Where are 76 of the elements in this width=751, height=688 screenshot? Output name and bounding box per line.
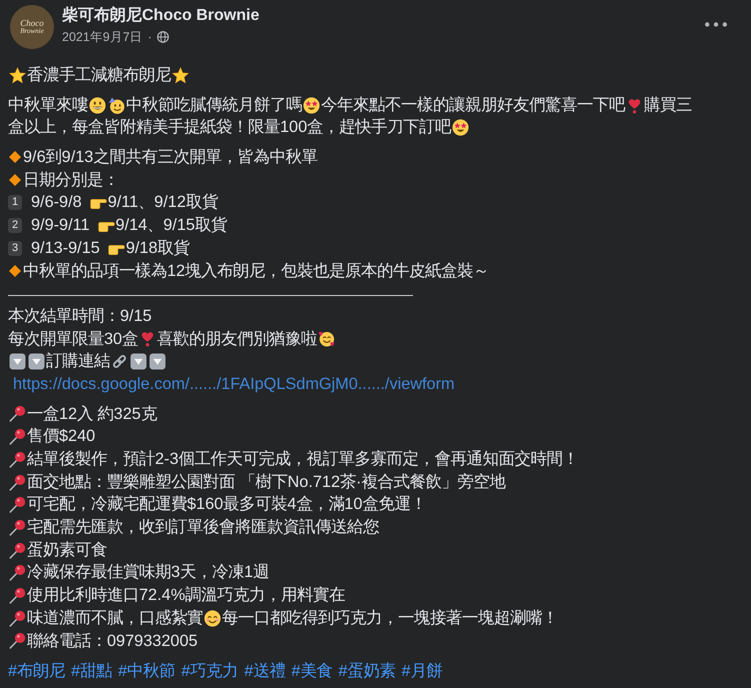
pushpin-icon [9,518,26,536]
post-text: 9/6到9/13之間共有三次開單，皆為中秋單 [23,147,318,168]
post-text: 冷藏保存最佳賞味期3天，冷凍1週 [27,562,270,584]
post-text: 盒以上，每盒皆附精美手提紙袋！限量100盒，趕快手刀下訂吧 [8,117,452,138]
pushpin-icon [9,586,26,604]
hashtag-link[interactable]: #布朗尼 [8,660,66,682]
pushpin-icon [9,474,26,491]
post-text: 9/6-9/8 [31,192,82,214]
post-text: 9/13-9/15 [31,238,100,259]
pushpin-icon [9,450,26,468]
hashtag-link[interactable]: #巧克力 [181,660,238,682]
post-text: 中秋節吃膩傳統月餅了嗎 [126,94,302,116]
post-text: 味道濃而不膩，口感紮實 [27,608,203,629]
post-date[interactable]: 2021年9月7日 [62,28,143,46]
post-text: 一盒12入 約325克 [27,404,157,425]
post-text: 中秋單來嘍 [8,94,88,116]
hashtag-link[interactable]: #甜點 [71,660,112,682]
smiling-face-with-hearts-icon [318,330,336,348]
pushpin-icon [9,496,26,514]
post-text: 本次結單時間：9/15 [8,306,152,327]
post-text: 售價$240 [27,426,96,448]
keycap-number: 2 [8,218,22,233]
hashtag-link[interactable]: #美食 [291,660,332,682]
logo-text: Choco [20,19,44,28]
pushpin-icon [9,564,26,582]
more-options-icon[interactable] [705,22,727,27]
post-text: 可宅配，冷藏宅配運費$160最多可裝4盒，滿10盒免運！ [27,494,426,516]
post-text: 9/18取貨 [126,238,190,259]
smiling-face-icon [204,610,221,627]
form-link[interactable]: https://docs.google.com/....../1FAIpQLSdmGjM0....../viewform [13,372,455,396]
post-text: 訂購連結 [46,351,110,372]
pushpin-icon [9,632,26,650]
chain-link-icon [111,353,128,370]
grinning-face-icon [89,96,106,114]
post-text: 中秋單的品項一樣為12塊入布朗尼，包裝也是原本的牛皮紙盒裝～ [23,260,490,282]
globe-icon[interactable] [156,31,169,43]
keycap-number: 1 [8,195,22,210]
pointing-hand-icon [98,222,115,232]
post-text: 每次開單限量30盒 [8,328,138,350]
hashtag-link[interactable]: #蛋奶素 [338,660,396,682]
glowing-star-icon [172,66,189,84]
post-text: 日期分別是： [23,170,119,191]
diamond-icon [9,151,21,164]
author-name[interactable]: 柴可布朗尼Choco Brownie [62,6,260,26]
post-text: 9/9-9/11 [31,215,90,236]
post-text: 香濃手工減糖布朗尼 [27,65,171,86]
post-text: 今年來點不一樣的讓親朋好友們驚喜一下吧 [321,94,625,116]
post-text: 宅配需先匯款，收到訂單後會將匯款資訊傳送給您 [27,517,379,538]
pushpin-icon [9,542,26,559]
separator-dot: · [148,30,152,44]
pushpin-icon [9,428,26,446]
post-text: 使用比利時進口72.4%調溫巧克力，用料實在 [27,585,346,606]
hashtag-link[interactable]: #中秋節 [118,660,176,682]
diamond-icon [9,264,21,277]
post-text: 面交地點：豐樂雕塑公園對面 「樹下No.712茶·複合式餐飲」旁空地 [27,472,506,493]
diamond-icon [9,174,21,186]
hashtag-link[interactable]: #送禮 [244,660,286,682]
hashtag-link[interactable]: #月餅 [401,660,442,682]
pushpin-icon [9,610,26,627]
post-text: 購買三 [644,94,692,116]
pushpin-icon [9,405,26,422]
post-text: 每一口都吃得到巧克力，一塊接著一塊超涮嘴！ [222,608,558,629]
post-text: 9/14、9/15取貨 [116,215,227,236]
post-text: 結單後製作，預計2-3個工作天可完成，視訂單多寡而定，會再通知面交時間！ [27,449,579,470]
pointing-hand-icon [108,244,125,255]
party-face-icon [108,96,125,114]
glowing-star-icon [9,66,26,84]
star-struck-face-icon [452,119,470,136]
post-text: 9/11、9/12取貨 [108,192,218,214]
heart-exclamation-icon [626,96,643,114]
keycap-number: 3 [8,240,22,256]
post-text: 蛋奶素可食 [27,540,107,561]
post-text: 聯絡電話：0979332005 [27,630,198,652]
star-struck-face-icon [303,96,320,114]
post-text: 喜歡的朋友們別猶豫啦 [157,328,318,350]
pointing-hand-icon [90,199,107,210]
